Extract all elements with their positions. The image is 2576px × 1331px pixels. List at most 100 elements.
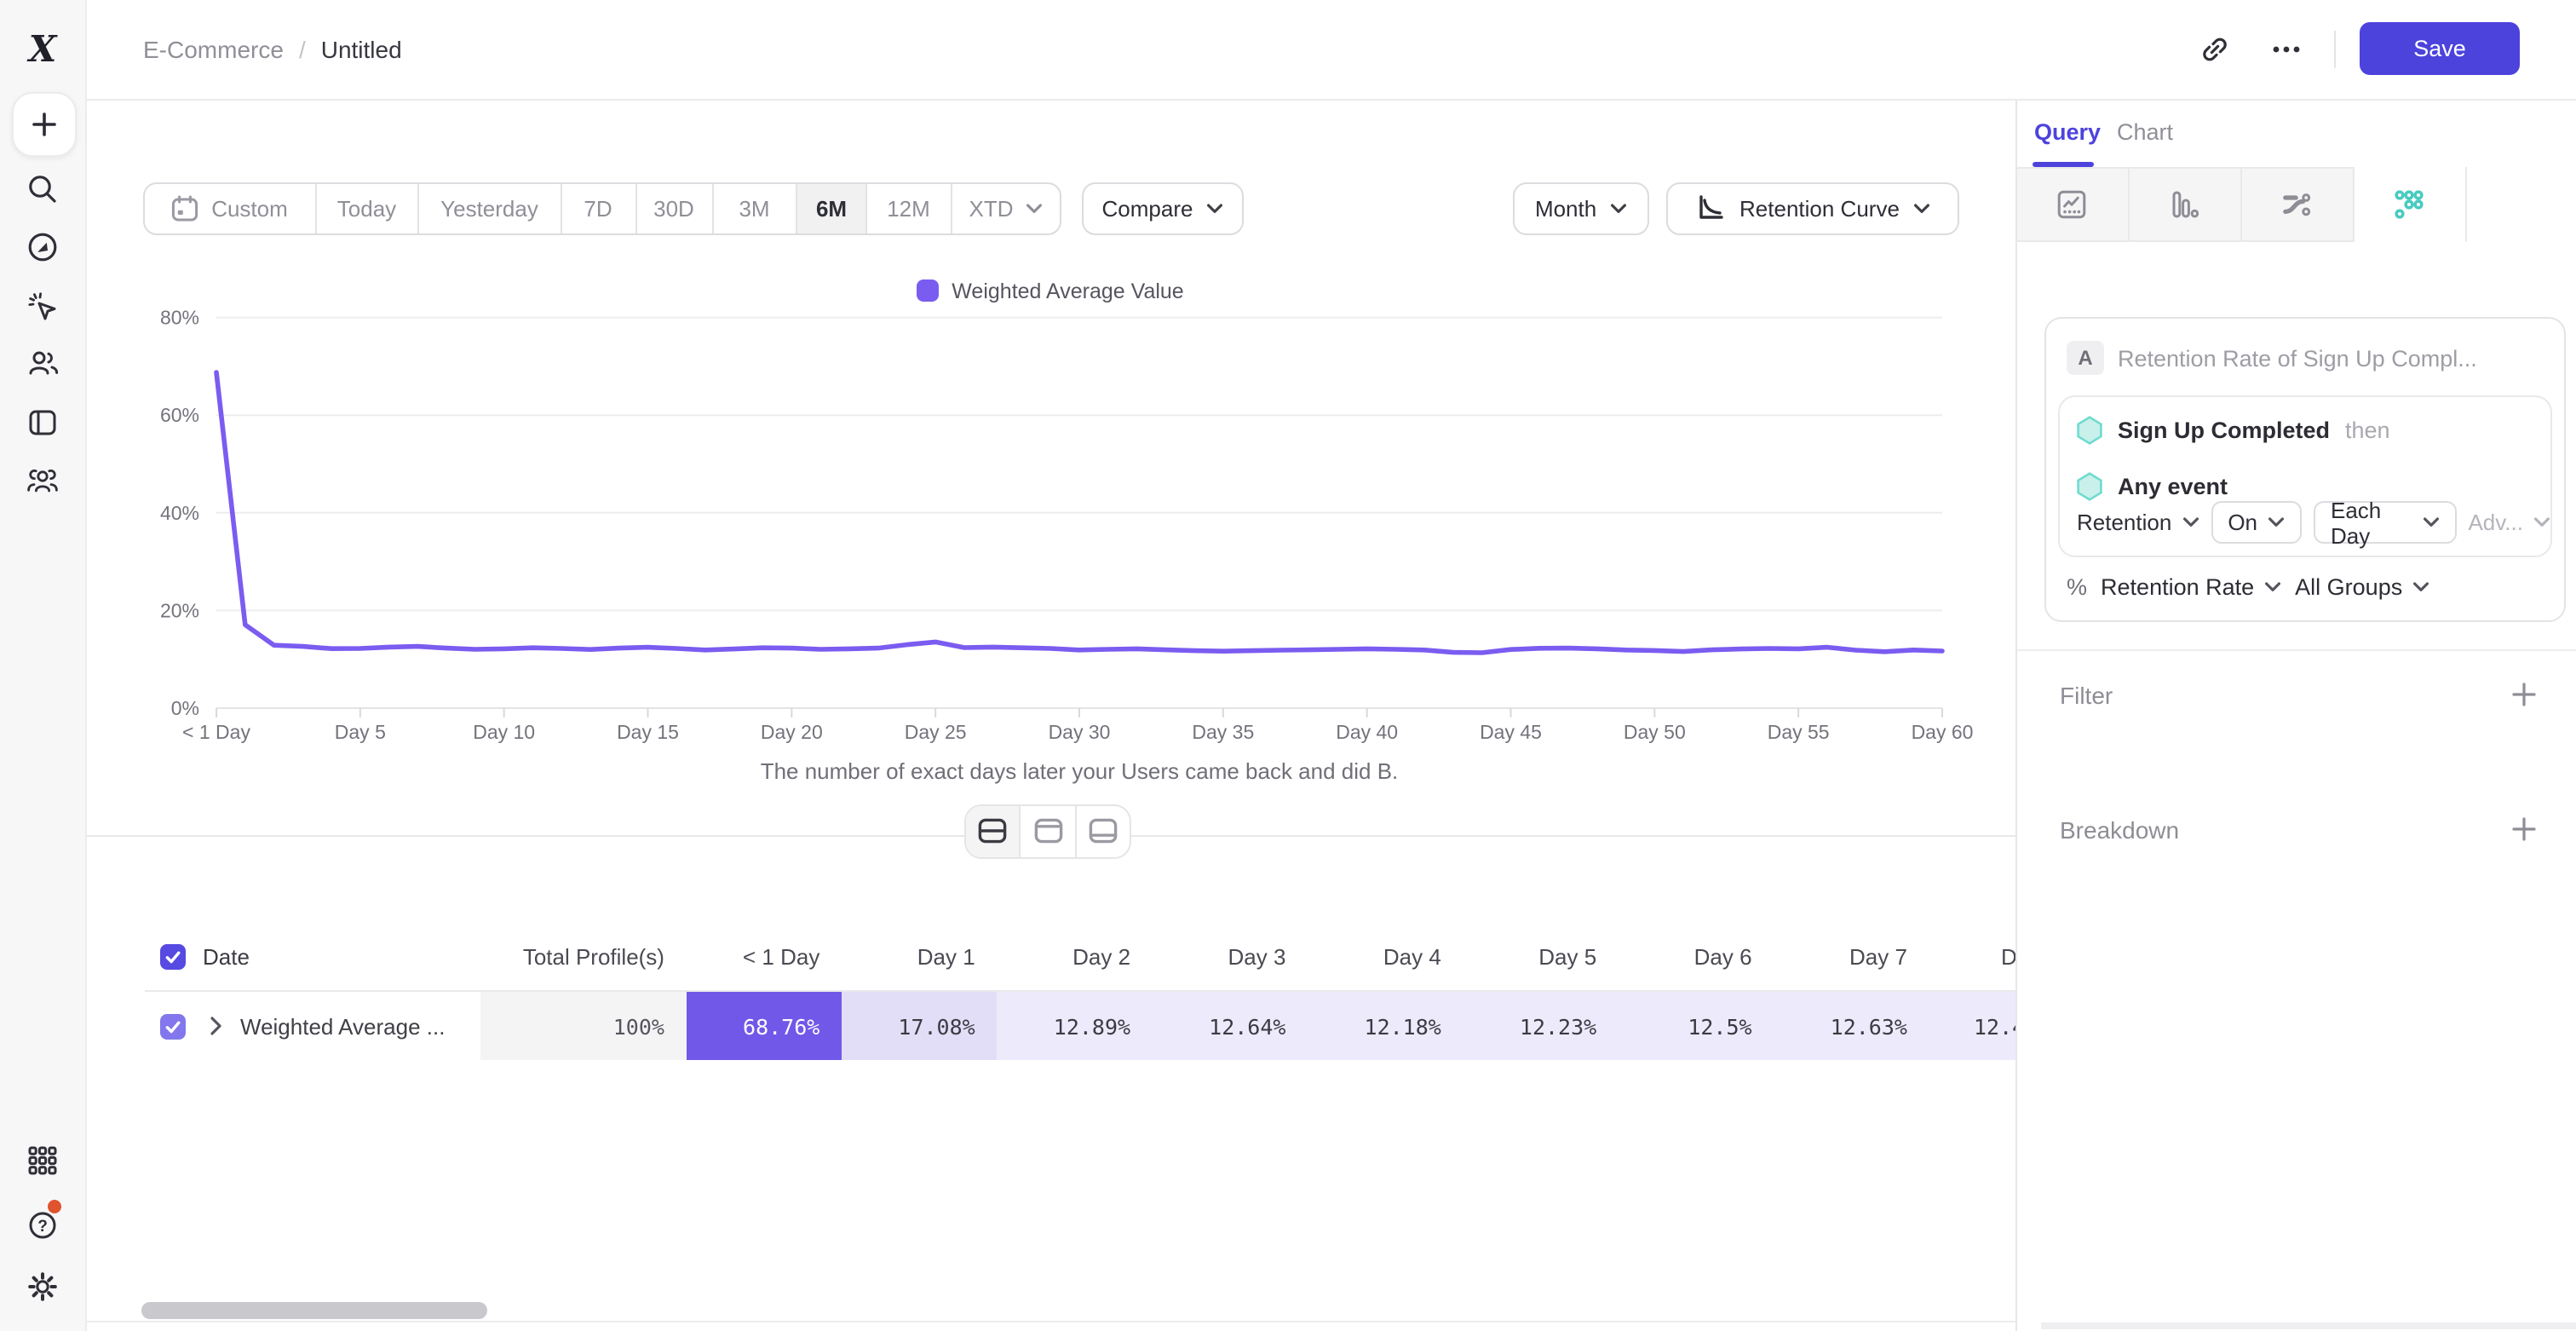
horizontal-scrollbar-thumb[interactable] bbox=[141, 1302, 486, 1319]
add-filter-button[interactable] bbox=[2510, 680, 2539, 709]
more-options-button[interactable] bbox=[2263, 26, 2310, 73]
x-axis-tick-label: Day 60 bbox=[1912, 720, 1974, 742]
range-today-button[interactable]: Today bbox=[316, 184, 419, 233]
report-retention-button[interactable] bbox=[2354, 167, 2466, 241]
x-axis-tick-label: Day 40 bbox=[1336, 720, 1398, 742]
range-6m-button[interactable]: 6M bbox=[797, 184, 867, 233]
y-axis-tick-label: 40% bbox=[160, 501, 199, 523]
query-title[interactable]: Retention Rate of Sign Up Compl... bbox=[2118, 345, 2477, 371]
link-icon bbox=[2198, 32, 2232, 66]
groups-dropdown[interactable]: All Groups bbox=[2295, 574, 2429, 600]
add-breakdown-button[interactable] bbox=[2510, 815, 2539, 844]
save-button[interactable]: Save bbox=[2360, 23, 2520, 76]
tab-query[interactable]: Query bbox=[2034, 98, 2101, 167]
x-axis-tick-label: Day 15 bbox=[617, 720, 679, 742]
table-header-row: DateTotal Profile(s)< 1 DayDay 1Day 2Day… bbox=[145, 924, 2015, 991]
column-header-date: Date bbox=[145, 924, 480, 989]
x-axis-tick-label: Day 5 bbox=[335, 720, 386, 742]
first-event-row: Sign Up Completed then bbox=[2077, 411, 2390, 448]
granularity-dropdown[interactable]: Month bbox=[1514, 182, 1649, 234]
chevron-down-icon bbox=[1026, 203, 1043, 215]
chevron-down-icon bbox=[1913, 203, 1930, 215]
value-cell: 12.18% bbox=[1308, 992, 1463, 1060]
app-logo[interactable]: X bbox=[0, 24, 85, 72]
copy-link-button[interactable] bbox=[2191, 26, 2239, 73]
breadcrumb-project[interactable]: E-Commerce bbox=[143, 36, 284, 63]
on-dropdown[interactable]: On bbox=[2211, 501, 2302, 544]
percent-symbol: % bbox=[2067, 574, 2087, 600]
column-header-day-7: Day 7 bbox=[1774, 924, 1929, 989]
advanced-dropdown[interactable]: Adv... bbox=[2468, 510, 2550, 535]
chevron-down-icon bbox=[1206, 203, 1223, 215]
layout-split-button[interactable] bbox=[966, 805, 1021, 857]
compare-button[interactable]: Compare bbox=[1082, 182, 1244, 234]
cohorts-button[interactable] bbox=[0, 462, 85, 503]
results-table: DateTotal Profile(s)< 1 DayDay 1Day 2Day… bbox=[145, 924, 2015, 1060]
explore-button[interactable] bbox=[0, 227, 85, 268]
returning-event-name[interactable]: Any event bbox=[2118, 473, 2228, 498]
help-button[interactable]: ? bbox=[0, 1203, 85, 1244]
new-report-button[interactable] bbox=[12, 92, 77, 157]
report-insights-button[interactable] bbox=[2016, 167, 2129, 241]
criteria-dropdown[interactable]: Retention bbox=[2077, 510, 2199, 535]
range-custom-button[interactable]: Custom bbox=[144, 184, 316, 233]
legend-label[interactable]: Weighted Average Value bbox=[952, 279, 1183, 302]
y-axis-tick-label: 20% bbox=[160, 598, 199, 620]
range-label: XTD bbox=[969, 196, 1014, 222]
report-funnels-button[interactable] bbox=[2129, 167, 2241, 241]
range-7d-button[interactable]: 7D bbox=[561, 184, 636, 233]
range-label: Yesterday bbox=[440, 196, 538, 222]
row-checkbox[interactable] bbox=[160, 944, 186, 970]
events-activity-button[interactable] bbox=[0, 286, 85, 327]
left-nav-rail: X bbox=[0, 0, 87, 1331]
app-window: X bbox=[0, 0, 2576, 1331]
search-button[interactable] bbox=[0, 169, 85, 210]
layout-chart-only-button[interactable] bbox=[1021, 805, 1077, 857]
interval-dropdown[interactable]: Each Day bbox=[2314, 501, 2456, 544]
row-checkbox[interactable] bbox=[160, 1013, 186, 1039]
chevron-down-icon bbox=[2422, 516, 2439, 528]
range-30d-button[interactable]: 30D bbox=[636, 184, 713, 233]
range-yesterday-button[interactable]: Yesterday bbox=[419, 184, 561, 233]
value-cell: 68.76% bbox=[687, 992, 842, 1060]
chevron-down-icon bbox=[2264, 581, 2281, 593]
first-event-name[interactable]: Sign Up Completed bbox=[2118, 417, 2330, 442]
chart-type-dropdown[interactable]: Retention Curve bbox=[1666, 182, 1959, 234]
row-expand-chevron[interactable] bbox=[210, 1016, 223, 1036]
filter-section: Filter bbox=[2060, 671, 2539, 718]
breadcrumb-report-title[interactable]: Untitled bbox=[321, 36, 402, 63]
query-card-header: A Retention Rate of Sign Up Compl... bbox=[2067, 341, 2547, 375]
column-header-day-1: Day 1 bbox=[842, 924, 997, 989]
range-label: Today bbox=[337, 196, 396, 222]
chevron-down-icon bbox=[2268, 516, 2285, 528]
users-button[interactable] bbox=[0, 343, 85, 383]
column-header-total-profile-s-: Total Profile(s) bbox=[480, 924, 687, 989]
panel-scrollbar-track[interactable] bbox=[2040, 1322, 2576, 1329]
tab-chart[interactable]: Chart bbox=[2117, 98, 2173, 167]
top-bar: E-Commerce / Untitled Save bbox=[85, 0, 2576, 100]
interval-label: Each Day bbox=[2331, 497, 2412, 548]
value-cell: 12.23% bbox=[1463, 992, 1619, 1060]
boards-button[interactable] bbox=[0, 402, 85, 443]
column-header-day-8: Day 8 bbox=[1929, 924, 2015, 989]
range-12m-button[interactable]: 12M bbox=[867, 184, 952, 233]
svg-text:?: ? bbox=[37, 1217, 47, 1235]
series-badge: A bbox=[2067, 341, 2104, 375]
users-icon bbox=[25, 346, 60, 380]
settings-button[interactable] bbox=[0, 1266, 85, 1307]
value-cell: 12.63% bbox=[1774, 992, 1929, 1060]
range-label: 3M bbox=[739, 196, 769, 222]
returning-event-row: Any event bbox=[2077, 467, 2228, 504]
apps-grid-button[interactable] bbox=[0, 1140, 85, 1181]
granularity-label: Month bbox=[1535, 196, 1596, 222]
layout-table-only-button[interactable] bbox=[1077, 805, 1130, 857]
report-flows-button[interactable] bbox=[2241, 167, 2354, 241]
top-actions: Save bbox=[2191, 0, 2520, 98]
range-3m-button[interactable]: 3M bbox=[713, 184, 797, 233]
value-cell: 12.64% bbox=[1153, 992, 1308, 1060]
measure-dropdown[interactable]: Retention Rate bbox=[2101, 574, 2281, 600]
y-axis-tick-label: 0% bbox=[171, 696, 199, 718]
bottom-edge-line bbox=[85, 1320, 2015, 1322]
x-axis-tick-label: Day 35 bbox=[1192, 720, 1254, 742]
range-xtd-button[interactable]: XTD bbox=[952, 184, 1060, 233]
